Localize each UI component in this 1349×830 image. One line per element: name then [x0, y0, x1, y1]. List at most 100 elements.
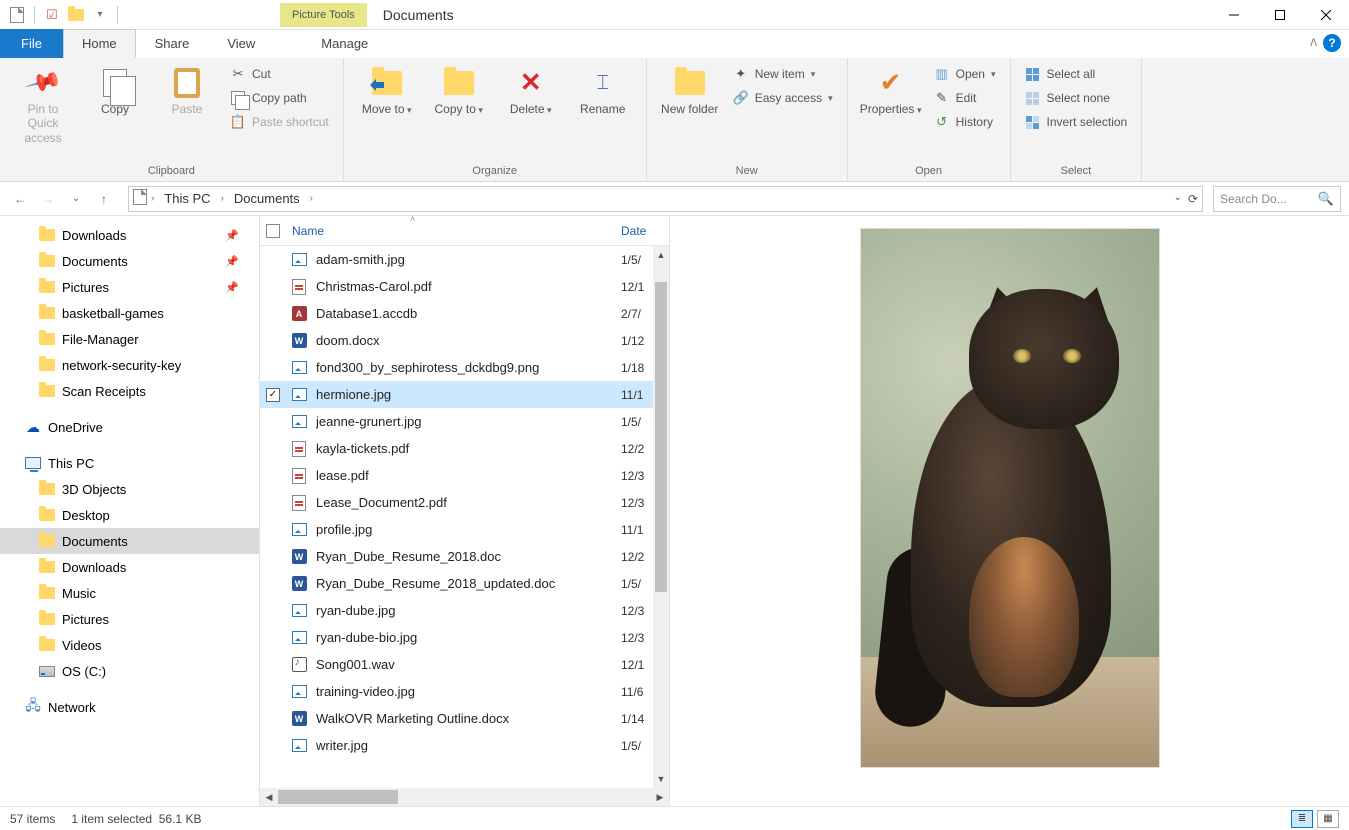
- copy-button[interactable]: Copy: [82, 64, 148, 118]
- nav-quick-item[interactable]: Downloads📌: [0, 222, 259, 248]
- select-none-button[interactable]: Select none: [1021, 88, 1132, 108]
- help-icon[interactable]: ?: [1323, 34, 1341, 52]
- easy-access-button[interactable]: 🔗Easy access: [729, 88, 837, 108]
- file-row[interactable]: ✓WWalkOVR Marketing Outline.docx1/14: [260, 705, 669, 732]
- history-button[interactable]: ↺History: [930, 112, 1000, 132]
- file-row[interactable]: ✓profile.jpg11/1: [260, 516, 669, 543]
- open-button[interactable]: ▥Open: [930, 64, 1000, 84]
- navigation-pane[interactable]: Downloads📌Documents📌Pictures📌basketball-…: [0, 216, 260, 806]
- scroll-left-icon[interactable]: ◀: [260, 792, 278, 803]
- nav-quick-item[interactable]: Documents📌: [0, 248, 259, 274]
- file-row[interactable]: ✓ryan-dube-bio.jpg12/3: [260, 624, 669, 651]
- pin-to-quick-access-button[interactable]: 📌 Pin to Quick access: [10, 64, 76, 147]
- scroll-down-icon[interactable]: ▼: [653, 770, 669, 788]
- column-date[interactable]: Date: [621, 224, 669, 238]
- search-box[interactable]: Search Do... 🔍: [1213, 186, 1341, 212]
- select-all-checkbox[interactable]: [266, 224, 280, 238]
- file-row[interactable]: ✓Lease_Document2.pdf12/3: [260, 489, 669, 516]
- file-row[interactable]: ✓adam-smith.jpg1/5/: [260, 246, 669, 273]
- nav-pc-item[interactable]: Downloads: [0, 554, 259, 580]
- address-bar[interactable]: › This PC › Documents › ⌄ ⟳: [128, 186, 1203, 212]
- recent-locations-button[interactable]: ⌄: [64, 187, 88, 211]
- invert-selection-button[interactable]: Invert selection: [1021, 112, 1132, 132]
- scroll-right-icon[interactable]: ▶: [651, 792, 669, 803]
- breadcrumb-documents[interactable]: Documents: [228, 189, 306, 208]
- nav-network[interactable]: 🖧Network: [0, 694, 259, 720]
- qat-checkbox-icon[interactable]: ☑: [41, 4, 63, 26]
- properties-button[interactable]: ✔ Properties: [858, 64, 924, 118]
- nav-pc-item[interactable]: 3D Objects: [0, 476, 259, 502]
- new-item-button[interactable]: ✦New item: [729, 64, 837, 84]
- tab-manage[interactable]: Manage: [302, 29, 387, 58]
- nav-quick-item[interactable]: Scan Receipts: [0, 378, 259, 404]
- rename-button[interactable]: ⌶ Rename: [570, 64, 636, 118]
- nav-onedrive[interactable]: ☁OneDrive: [0, 414, 259, 440]
- nav-pc-item[interactable]: Videos: [0, 632, 259, 658]
- tab-home[interactable]: Home: [63, 29, 136, 58]
- paste-shortcut-button[interactable]: 📋Paste shortcut: [226, 112, 333, 132]
- cut-button[interactable]: ✂Cut: [226, 64, 333, 84]
- nav-pc-item[interactable]: Pictures: [0, 606, 259, 632]
- file-row[interactable]: ✓Song001.wav12/1: [260, 651, 669, 678]
- thumbnails-view-button[interactable]: ▦: [1317, 810, 1339, 828]
- tab-file[interactable]: File: [0, 29, 63, 58]
- scrollbar-thumb[interactable]: [655, 282, 667, 592]
- maximize-button[interactable]: [1257, 0, 1303, 30]
- horizontal-scrollbar[interactable]: ◀ ▶: [260, 788, 669, 806]
- back-button[interactable]: ←: [8, 187, 32, 211]
- minimize-button[interactable]: [1211, 0, 1257, 30]
- nav-pc-item[interactable]: Desktop: [0, 502, 259, 528]
- nav-quick-item[interactable]: Pictures📌: [0, 274, 259, 300]
- copy-path-button[interactable]: Copy path: [226, 88, 333, 108]
- scrollbar-thumb[interactable]: [278, 790, 398, 804]
- nav-quick-item[interactable]: basketball-games: [0, 300, 259, 326]
- file-row[interactable]: ✓WRyan_Dube_Resume_2018.doc12/2: [260, 543, 669, 570]
- file-row[interactable]: ✓ryan-dube.jpg12/3: [260, 597, 669, 624]
- file-list-body[interactable]: ✓adam-smith.jpg1/5/✓Christmas-Carol.pdf1…: [260, 246, 669, 788]
- file-row[interactable]: ✓writer.jpg1/5/: [260, 732, 669, 759]
- vertical-scrollbar[interactable]: ▲ ▼: [653, 246, 669, 788]
- tab-share[interactable]: Share: [136, 29, 209, 58]
- chevron-icon[interactable]: ›: [221, 193, 224, 204]
- nav-quick-item[interactable]: File-Manager: [0, 326, 259, 352]
- file-row[interactable]: ✓jeanne-grunert.jpg1/5/: [260, 408, 669, 435]
- new-folder-button[interactable]: New folder: [657, 64, 723, 118]
- nav-pc-item[interactable]: Music: [0, 580, 259, 606]
- refresh-icon[interactable]: ⟳: [1188, 192, 1198, 206]
- delete-button[interactable]: ✕ Delete: [498, 64, 564, 118]
- paste-button[interactable]: Paste: [154, 64, 220, 118]
- chevron-icon[interactable]: ›: [310, 193, 313, 204]
- tab-view[interactable]: View: [208, 29, 274, 58]
- close-button[interactable]: [1303, 0, 1349, 30]
- chevron-icon[interactable]: ›: [151, 193, 154, 204]
- file-row[interactable]: ✓WRyan_Dube_Resume_2018_updated.doc1/5/: [260, 570, 669, 597]
- file-row[interactable]: ✓Christmas-Carol.pdf12/1: [260, 273, 669, 300]
- forward-button[interactable]: →: [36, 187, 60, 211]
- scroll-up-icon[interactable]: ▲: [653, 246, 669, 264]
- move-to-button[interactable]: Move to: [354, 64, 420, 118]
- edit-button[interactable]: ✎Edit: [930, 88, 1000, 108]
- file-row[interactable]: ✓Wdoom.docx1/12: [260, 327, 669, 354]
- file-row[interactable]: ✓training-video.jpg11/6: [260, 678, 669, 705]
- column-name[interactable]: Name˄: [292, 224, 621, 238]
- file-row[interactable]: ✓ADatabase1.accdb2/7/: [260, 300, 669, 327]
- qat-folder-icon[interactable]: [65, 4, 87, 26]
- copy-to-button[interactable]: Copy to: [426, 64, 492, 118]
- file-row[interactable]: ✓hermione.jpg11/1: [260, 381, 669, 408]
- qat-properties-icon[interactable]: [6, 4, 28, 26]
- row-checkbox[interactable]: ✓: [266, 388, 280, 402]
- qat-dropdown-icon[interactable]: ▾: [89, 4, 111, 26]
- file-row[interactable]: ✓kayla-tickets.pdf12/2: [260, 435, 669, 462]
- up-button[interactable]: ↑: [92, 187, 116, 211]
- details-view-button[interactable]: ≣: [1291, 810, 1313, 828]
- nav-pc-item[interactable]: OS (C:): [0, 658, 259, 684]
- nav-quick-item[interactable]: network-security-key: [0, 352, 259, 378]
- address-dropdown-icon[interactable]: ⌄: [1174, 192, 1182, 206]
- nav-pc-item[interactable]: Documents: [0, 528, 259, 554]
- breadcrumb-this-pc[interactable]: This PC: [158, 189, 216, 208]
- nav-this-pc[interactable]: This PC: [0, 450, 259, 476]
- minimize-ribbon-icon[interactable]: ᐱ: [1310, 38, 1317, 49]
- file-row[interactable]: ✓lease.pdf12/3: [260, 462, 669, 489]
- file-row[interactable]: ✓fond300_by_sephirotess_dckdbg9.png1/18: [260, 354, 669, 381]
- select-all-button[interactable]: Select all: [1021, 64, 1132, 84]
